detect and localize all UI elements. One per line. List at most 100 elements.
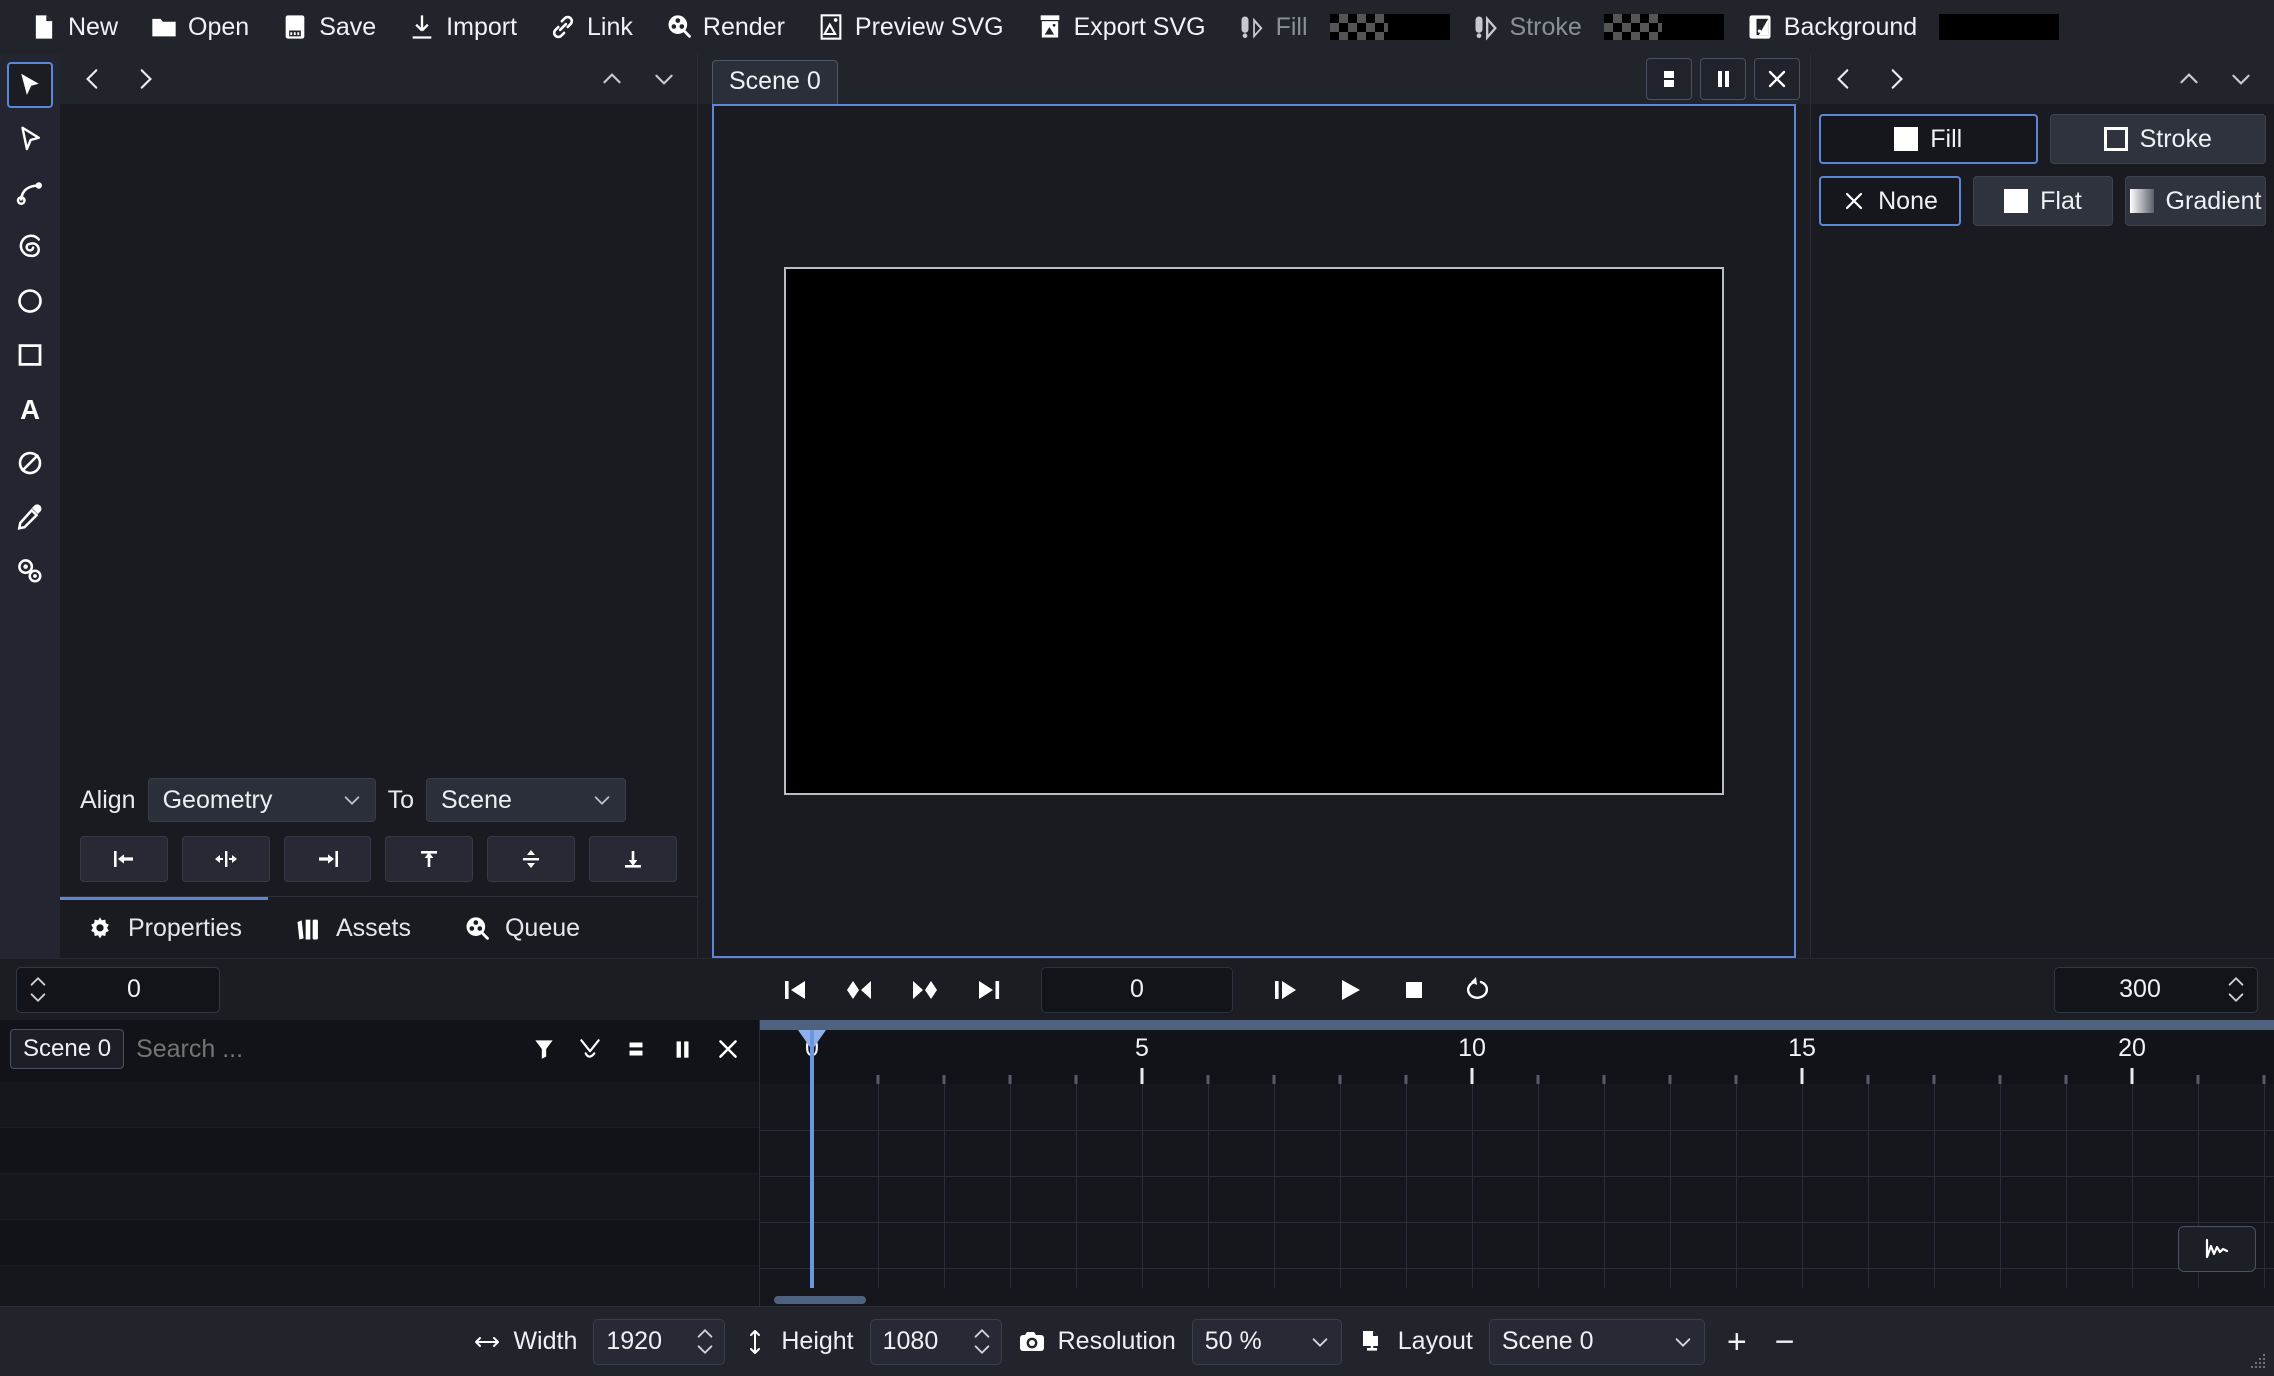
panel-expand-down-icon[interactable] [651, 66, 677, 92]
panel-collapse-up-icon[interactable] [599, 66, 625, 92]
fill-color-swatch[interactable] [1329, 14, 1450, 40]
start-frame-spinner[interactable]: 0 [16, 966, 220, 1013]
timeline-graph-area[interactable]: 05101520 [760, 1020, 2274, 1306]
menu-export-svg[interactable]: Export SVG [1020, 7, 1222, 48]
panel-collapse-up-icon[interactable] [2176, 66, 2202, 92]
step-forward-button[interactable] [1265, 969, 1307, 1011]
scene-tab[interactable]: Scene 0 [712, 60, 838, 104]
end-frame-spinner[interactable]: 300 [2054, 966, 2258, 1013]
panel-next-icon[interactable] [1883, 66, 1909, 92]
align-bottom-button[interactable] [589, 836, 677, 882]
timeline-ruler[interactable]: 05101520 [760, 1030, 2274, 1084]
timeline-close-button[interactable] [711, 1032, 745, 1066]
timeline-top-scrollbar[interactable] [760, 1020, 2274, 1030]
viewport-pause-button[interactable] [1700, 58, 1746, 100]
gear-icon [91, 916, 109, 938]
paint-type-gradient[interactable]: Gradient [2125, 176, 2266, 226]
panel-next-icon[interactable] [132, 66, 158, 92]
gradient-icon [2129, 189, 2154, 213]
width-spinner[interactable]: 1920 [593, 1318, 726, 1365]
start-frame-stepper[interactable] [27, 973, 49, 1006]
prev-keyframe-button[interactable] [839, 969, 881, 1011]
select-arrow-tool[interactable] [7, 62, 53, 108]
timeline-horizontal-scrollbar[interactable] [774, 1296, 866, 1304]
menu-open[interactable]: Open [134, 7, 265, 48]
viewport-close-button[interactable] [1754, 58, 1800, 100]
stop-button[interactable] [1393, 969, 1435, 1011]
timeline-scene-tab[interactable]: Scene 0 [10, 1029, 125, 1069]
timeline-curve-button[interactable] [573, 1032, 607, 1066]
viewport-split-button[interactable] [1646, 58, 1692, 100]
tab-queue[interactable]: Queue [437, 897, 606, 958]
align-center-horizontal-button[interactable] [181, 836, 270, 882]
align-mode-select[interactable]: Geometry [147, 778, 376, 822]
menu-import[interactable]: Import [392, 7, 533, 48]
menu-background[interactable]: Background [1730, 7, 1933, 48]
menu-preview-svg[interactable]: Preview SVG [801, 7, 1020, 48]
timeline-row[interactable] [0, 1082, 759, 1128]
menu-render[interactable]: Render [649, 7, 801, 48]
ellipse-tool[interactable] [7, 278, 53, 324]
panel-prev-icon[interactable] [1831, 66, 1857, 92]
scene-viewport[interactable] [712, 104, 1796, 958]
align-label: Align [80, 785, 136, 814]
spiral-tool[interactable] [7, 224, 53, 270]
play-button[interactable] [1329, 969, 1371, 1011]
clone-points-tool[interactable] [7, 548, 53, 594]
menu-link[interactable]: Link [533, 7, 649, 48]
tab-assets[interactable]: Assets [268, 897, 437, 958]
playhead-line[interactable] [810, 1030, 814, 1288]
paint-tab-fill[interactable]: Fill [1819, 114, 2038, 164]
timeline-search-input[interactable] [136, 1034, 515, 1064]
loop-button[interactable] [1457, 969, 1499, 1011]
align-right-button[interactable] [283, 836, 372, 882]
bezier-curve-tool[interactable] [7, 170, 53, 216]
timeline-filter-button[interactable] [527, 1032, 561, 1066]
timeline-rows [0, 1078, 759, 1312]
stroke-color-swatch[interactable] [1603, 14, 1724, 40]
jump-to-start-button[interactable] [775, 969, 817, 1011]
end-frame-stepper[interactable] [2225, 973, 2247, 1006]
align-middle-vertical-button[interactable] [487, 836, 576, 882]
resize-grip-icon[interactable] [2250, 1352, 2268, 1370]
background-color-swatch[interactable] [1939, 14, 2060, 40]
menu-save[interactable]: Save [265, 7, 392, 48]
current-frame-field[interactable]: 0 [1041, 966, 1233, 1013]
paint-type-none[interactable]: None [1819, 176, 1961, 226]
paint-type-flat[interactable]: Flat [1973, 176, 2113, 226]
eyedropper-tool[interactable] [7, 494, 53, 540]
align-target-select[interactable]: Scene [426, 778, 626, 822]
layout-select[interactable]: Scene 0 [1488, 1318, 1705, 1365]
timeline-split-button[interactable] [619, 1032, 653, 1066]
width-stepper[interactable] [694, 1325, 716, 1358]
timeline-row[interactable] [0, 1174, 759, 1220]
height-group: Height [741, 1327, 854, 1356]
timeline-pause-button[interactable] [665, 1032, 699, 1066]
timeline-row[interactable] [0, 1128, 759, 1174]
menu-stroke[interactable]: Stroke [1456, 7, 1598, 48]
panel-prev-icon[interactable] [80, 66, 106, 92]
align-top-button[interactable] [385, 836, 474, 882]
menu-fill[interactable]: Fill [1222, 7, 1324, 48]
jump-to-end-button[interactable] [967, 969, 1009, 1011]
node-edit-tool[interactable] [7, 116, 53, 162]
next-keyframe-button[interactable] [903, 969, 945, 1011]
height-stepper[interactable] [971, 1325, 993, 1358]
remove-layout-button[interactable]: − [1769, 1325, 1801, 1359]
timeline-row[interactable] [0, 1220, 759, 1266]
resolution-select[interactable]: 50 % [1191, 1318, 1342, 1365]
rectangle-tool[interactable] [7, 332, 53, 378]
ruler-tick-major [1140, 1068, 1144, 1084]
current-frame-value: 0 [1130, 975, 1144, 1003]
paint-tab-stroke[interactable]: Stroke [2049, 114, 2266, 164]
tab-properties[interactable]: Properties [60, 896, 268, 958]
graph-editor-button[interactable] [2178, 1226, 2256, 1272]
text-tool[interactable]: A [7, 386, 53, 432]
scene-canvas[interactable] [784, 267, 1724, 795]
align-left-button[interactable] [80, 836, 168, 882]
null-object-tool[interactable] [7, 440, 53, 486]
add-layout-button[interactable]: + [1721, 1325, 1753, 1359]
panel-expand-down-icon[interactable] [2228, 66, 2254, 92]
menu-new[interactable]: New [14, 7, 134, 48]
height-spinner[interactable]: 1080 [869, 1318, 1002, 1365]
